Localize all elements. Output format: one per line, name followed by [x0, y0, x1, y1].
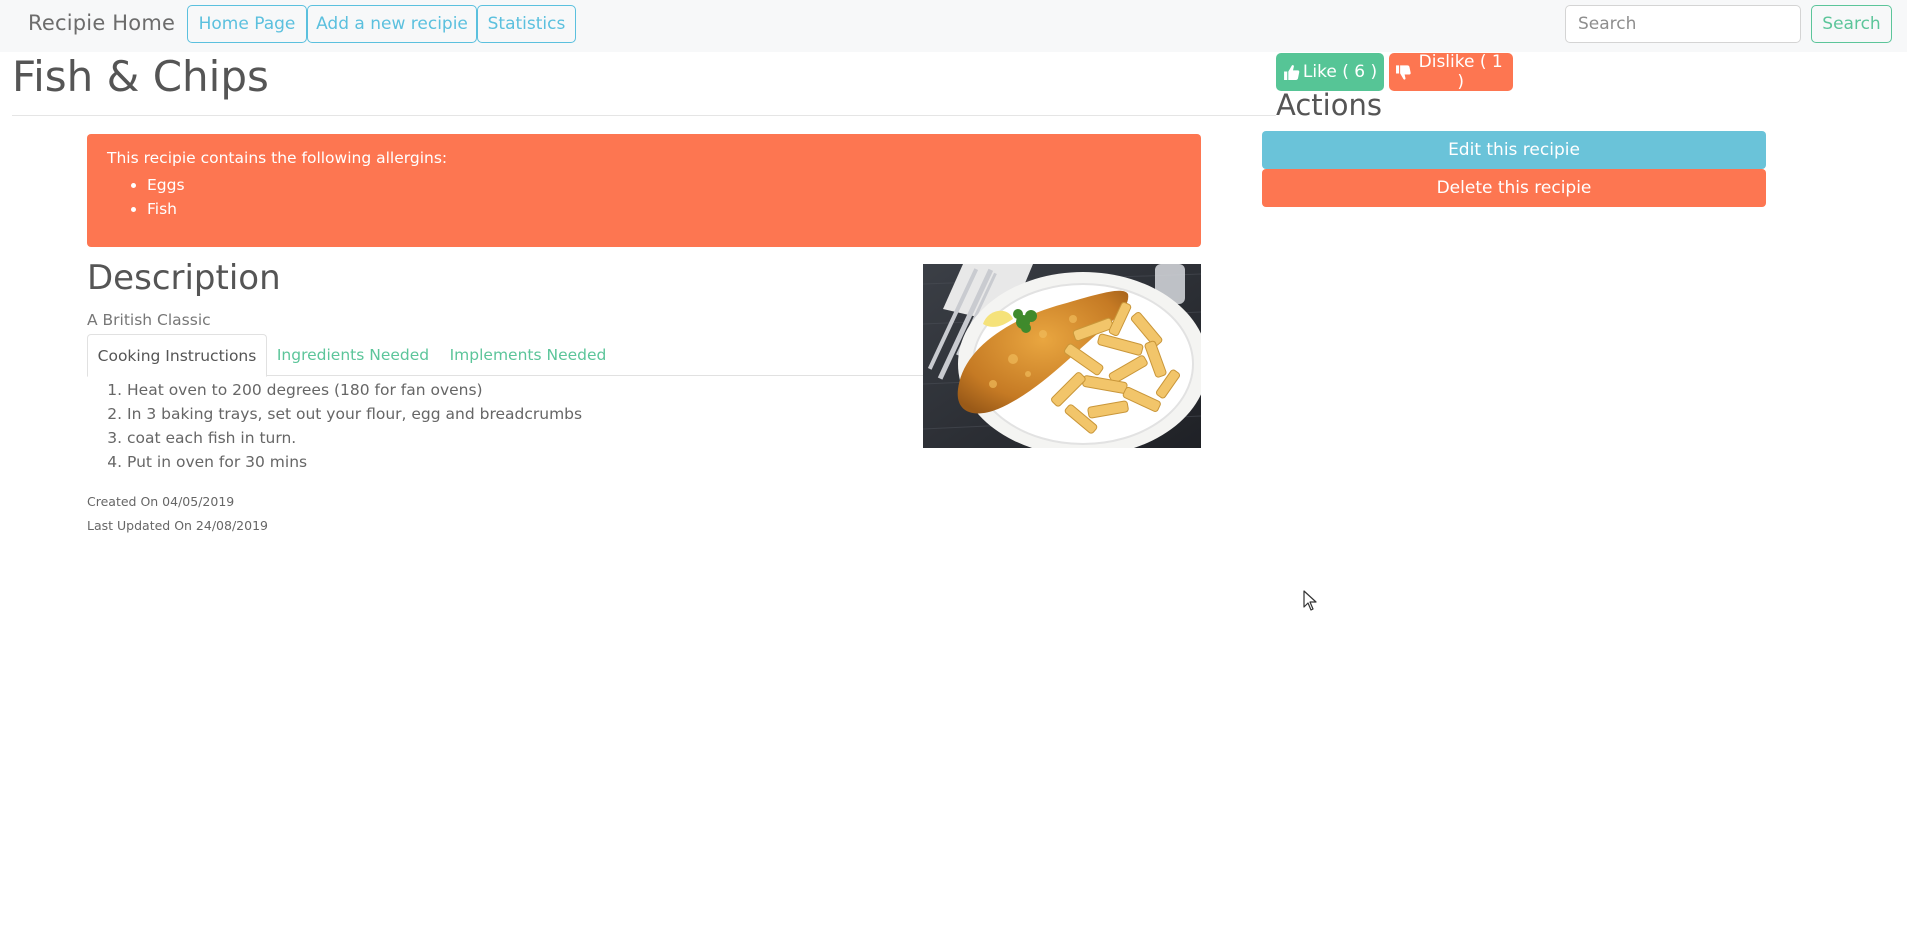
description-heading: Description	[87, 258, 281, 298]
allergen-list: Eggs Fish	[107, 173, 1181, 221]
created-date: Created On 04/05/2019	[87, 494, 235, 509]
actions-heading: Actions	[1276, 88, 1382, 122]
statistics-button[interactable]: Statistics	[477, 5, 576, 43]
allergen-alert: This recipie contains the following alle…	[87, 134, 1201, 247]
thumbs-down-icon	[1396, 64, 1411, 80]
dislike-button[interactable]: Dislike ( 1 )	[1389, 52, 1513, 92]
tab-implements-needed[interactable]: Implements Needed	[439, 334, 617, 376]
navbar: Recipie Home Home Page Add a new recipie…	[0, 0, 1907, 52]
dislike-count: Dislike ( 1 )	[1418, 52, 1503, 92]
home-page-button[interactable]: Home Page	[187, 5, 307, 43]
allergen-intro: This recipie contains the following alle…	[107, 149, 448, 167]
search-input[interactable]	[1565, 5, 1801, 43]
fish-and-chips-image	[923, 264, 1201, 448]
brand-link[interactable]: Recipie Home	[28, 11, 175, 35]
tab-cooking-instructions[interactable]: Cooking Instructions	[87, 334, 267, 377]
list-item: Put in oven for 30 mins	[127, 450, 582, 474]
tab-ingredients-needed[interactable]: Ingredients Needed	[267, 334, 439, 376]
delete-recipe-button[interactable]: Delete this recipie	[1262, 169, 1766, 207]
recipe-photo	[923, 264, 1201, 448]
thumbs-up-icon	[1283, 64, 1300, 80]
like-count: Like ( 6 )	[1302, 62, 1378, 82]
allergen-item: Fish	[147, 197, 1181, 221]
cooking-steps-list: Heat oven to 200 degrees (180 for fan ov…	[87, 378, 582, 474]
mouse-pointer-icon	[1303, 590, 1317, 611]
list-item: Heat oven to 200 degrees (180 for fan ov…	[127, 378, 582, 402]
description-text: A British Classic	[87, 311, 211, 329]
updated-date: Last Updated On 24/08/2019	[87, 518, 268, 533]
search-button[interactable]: Search	[1811, 5, 1892, 43]
title-divider	[12, 115, 1276, 116]
page-title: Fish & Chips	[12, 52, 269, 101]
add-recipe-button[interactable]: Add a new recipie	[307, 5, 477, 43]
like-button[interactable]: Like ( 6 )	[1276, 53, 1384, 91]
allergen-item: Eggs	[147, 173, 1181, 197]
list-item: coat each fish in turn.	[127, 426, 582, 450]
recipe-tabs: Cooking Instructions Ingredients Needed …	[87, 334, 923, 377]
edit-recipe-button[interactable]: Edit this recipie	[1262, 131, 1766, 169]
list-item: In 3 baking trays, set out your flour, e…	[127, 402, 582, 426]
